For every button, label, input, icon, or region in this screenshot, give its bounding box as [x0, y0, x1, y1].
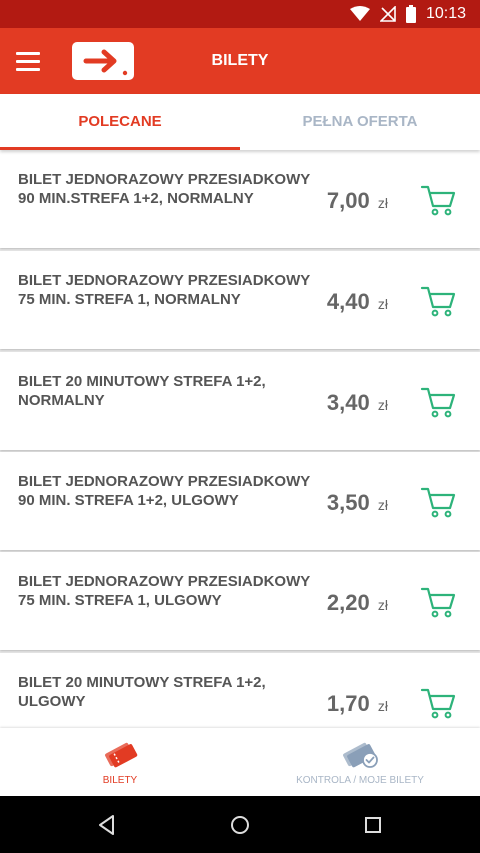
- price-currency: zł: [377, 497, 388, 513]
- ticket-name: BILET 20 MINUTOWY STREFA 1+2, ULGOWY: [18, 674, 266, 710]
- status-time: 10:13: [425, 5, 466, 22]
- recents-icon[interactable]: [358, 810, 388, 840]
- ticket-price: 7,00 zł: [327, 188, 388, 214]
- ticket-name: BILET JEDNORAZOWY PRZESIADKOWY 90 MIN. S…: [18, 473, 310, 509]
- tab-indicator: [0, 147, 240, 150]
- price-currency: zł: [377, 597, 388, 613]
- ticket-row[interactable]: BILET JEDNORAZOWY PRZESIADKOWY 90 MIN.ST…: [0, 150, 480, 248]
- price-currency: zł: [377, 296, 388, 312]
- cart-icon[interactable]: [420, 285, 456, 317]
- price-value: 7,00: [326, 188, 370, 213]
- ticket-name: BILET JEDNORAZOWY PRZESIADKOWY 75 MIN. S…: [18, 272, 310, 308]
- cart-icon[interactable]: [420, 586, 456, 618]
- ticket-row[interactable]: BILET 20 MINUTOWY STREFA 1+2, NORMALNY 3…: [0, 352, 480, 450]
- tab-polecane[interactable]: POLECANE: [0, 94, 240, 150]
- price-currency: zł: [377, 195, 388, 211]
- cart-icon[interactable]: [420, 687, 456, 719]
- back-icon[interactable]: [92, 810, 122, 840]
- ticket-price: 3,40 zł: [327, 390, 388, 416]
- ticket-row[interactable]: BILET JEDNORAZOWY PRZESIADKOWY 75 MIN. S…: [0, 251, 480, 349]
- no-signal-icon: [379, 6, 396, 22]
- tab-pelna-oferta[interactable]: PEŁNA OFERTA: [240, 94, 480, 150]
- price-value: 4,40: [326, 289, 370, 314]
- ticket-price: 3,50 zł: [327, 490, 388, 516]
- app-logo-arrow-icon: [72, 42, 134, 80]
- ticket-check-icon: [343, 742, 378, 768]
- cart-icon[interactable]: [420, 386, 456, 418]
- ticket-row[interactable]: BILET JEDNORAZOWY PRZESIADKOWY 90 MIN. S…: [0, 452, 480, 550]
- home-icon[interactable]: [225, 810, 255, 840]
- cart-icon[interactable]: [420, 184, 456, 216]
- price-value: 2,20: [326, 590, 370, 615]
- wifi-icon: [349, 6, 370, 21]
- menu-icon[interactable]: [16, 46, 50, 76]
- ticket-row[interactable]: BILET 20 MINUTOWY STREFA 1+2, ULGOWY 1,7…: [0, 653, 480, 728]
- ticket-price: 1,70 zł: [327, 691, 388, 717]
- ticket-name: BILET JEDNORAZOWY PRZESIADKOWY 90 MIN.ST…: [18, 171, 310, 207]
- tab-bar: POLECANE PEŁNA OFERTA: [0, 94, 480, 150]
- nav-label-kontrola: KONTROLA / MOJE BILETY: [296, 775, 424, 786]
- status-bar: 10:13: [0, 0, 480, 28]
- ticket-price: 4,40 zł: [327, 289, 388, 315]
- ticket-name: BILET 20 MINUTOWY STREFA 1+2, NORMALNY: [18, 373, 266, 409]
- price-value: 3,50: [326, 490, 370, 515]
- ticket-price: 2,20 zł: [327, 590, 388, 616]
- tickets-icon: [105, 742, 138, 768]
- ticket-name: BILET JEDNORAZOWY PRZESIADKOWY 75 MIN. S…: [18, 573, 310, 609]
- ticket-row[interactable]: BILET JEDNORAZOWY PRZESIADKOWY 75 MIN. S…: [0, 552, 480, 650]
- nav-item-bilety[interactable]: BILETY: [0, 728, 240, 796]
- price-currency: zł: [377, 397, 388, 413]
- price-currency: zł: [377, 698, 388, 714]
- ticket-list: BILET JEDNORAZOWY PRZESIADKOWY 90 MIN.ST…: [0, 150, 480, 728]
- app-bar: BILETY: [0, 28, 480, 94]
- cart-icon[interactable]: [420, 486, 456, 518]
- status-icons: 10:13: [349, 5, 466, 23]
- system-nav-bar: [0, 796, 480, 853]
- nav-label-bilety: BILETY: [102, 775, 138, 786]
- bottom-nav: BILETY KONTROLA / MOJE BILETY: [0, 728, 480, 796]
- price-value: 3,40: [326, 390, 370, 415]
- battery-icon: [405, 5, 416, 23]
- price-value: 1,70: [326, 691, 370, 716]
- nav-item-kontrola[interactable]: KONTROLA / MOJE BILETY: [240, 728, 480, 796]
